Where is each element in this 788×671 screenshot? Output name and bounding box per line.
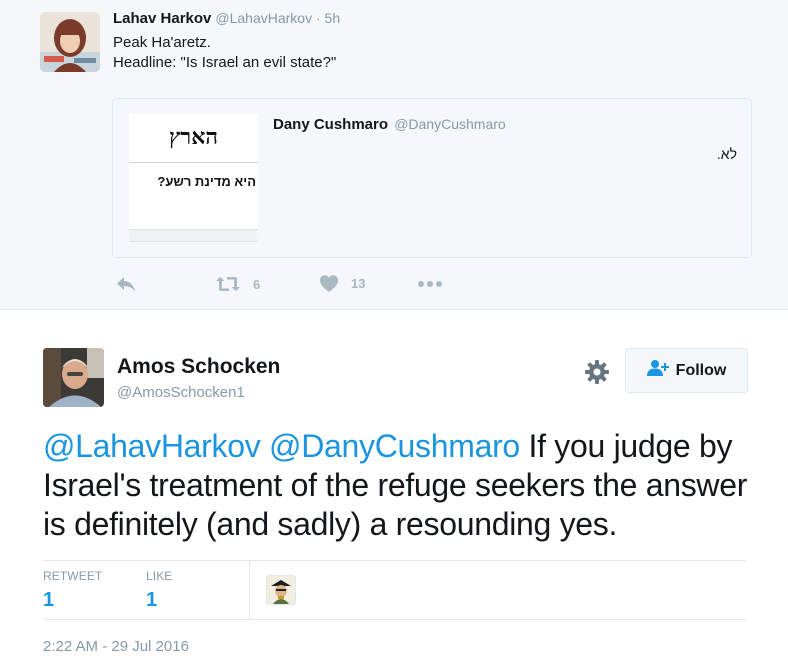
user-actions-button[interactable] xyxy=(584,359,610,385)
more-button[interactable] xyxy=(417,274,443,294)
heart-icon xyxy=(319,274,339,293)
follow-user-icon xyxy=(646,359,676,382)
quoted-author-line[interactable]: Dany Cushmaro @DanyCushmaro xyxy=(273,116,506,133)
parent-tweet-text: Peak Ha'aretz. Headline: "Is Israel an e… xyxy=(113,33,336,73)
gear-icon xyxy=(584,360,610,389)
like-stat-label: LIKE xyxy=(146,569,173,583)
image-divider xyxy=(129,162,258,163)
parent-author-avatar[interactable] xyxy=(40,12,100,72)
haaretz-masthead: הארץ xyxy=(168,124,219,150)
more-icon xyxy=(417,274,443,294)
quoted-author-handle[interactable]: @DanyCushmaro xyxy=(394,116,505,132)
image-footer xyxy=(129,229,258,241)
parent-text-line: Peak Ha'aretz. xyxy=(113,34,211,51)
like-stat[interactable]: LIKE 1 xyxy=(146,569,172,612)
parent-tweet[interactable]: Lahav Harkov @LahavHarkov · 5h Peak Ha'ar… xyxy=(0,0,788,310)
stats-divider xyxy=(249,561,250,621)
retweet-stat-label: RETWEET xyxy=(43,569,103,583)
quoted-tweet-card[interactable]: הארץ היא מדינת רשע? Dany Cushmaro @DanyC… xyxy=(112,98,752,258)
tweet-timestamp[interactable]: 2:22 AM - 29 Jul 2016 xyxy=(43,638,189,655)
liker-avatar[interactable] xyxy=(266,575,296,605)
quoted-author-name[interactable]: Dany Cushmaro xyxy=(273,116,388,133)
follow-button[interactable]: Follow xyxy=(625,348,748,393)
like-button[interactable]: 13 xyxy=(319,274,365,293)
main-author-name[interactable]: Amos Schocken xyxy=(117,355,280,379)
main-tweet-text: @LahavHarkov @DanyCushmaro If you judge … xyxy=(43,427,763,544)
main-author-avatar[interactable] xyxy=(43,348,104,407)
parent-author-name[interactable]: Lahav Harkov xyxy=(113,10,211,27)
parent-author-line[interactable]: Lahav Harkov @LahavHarkov · 5h xyxy=(113,10,340,27)
main-author-handle[interactable]: @AmosSchocken1 xyxy=(117,384,245,401)
parent-author-handle[interactable]: @LahavHarkov · 5h xyxy=(215,10,340,26)
tweet-stats: RETWEET 1 LIKE 1 xyxy=(43,560,746,621)
quoted-tweet-image[interactable]: הארץ היא מדינת רשע? xyxy=(129,114,258,241)
parent-text-line: Headline: "Is Israel an evil state?" xyxy=(113,54,337,71)
retweet-icon xyxy=(215,274,241,294)
quoted-tweet-text: לא. xyxy=(716,146,737,162)
mention-lahavharkov[interactable]: @LahavHarkov xyxy=(43,428,261,464)
like-stat-value[interactable]: 1 xyxy=(146,589,172,612)
mention-danycushmaro[interactable]: @DanyCushmaro xyxy=(269,428,520,464)
retweet-stat[interactable]: RETWEET 1 xyxy=(43,569,102,612)
like-count: 13 xyxy=(351,276,366,291)
retweet-stat-value[interactable]: 1 xyxy=(43,589,102,612)
retweet-count: 6 xyxy=(253,276,261,292)
retweet-button[interactable]: 6 xyxy=(215,274,260,294)
reply-icon xyxy=(115,274,137,294)
image-headline: היא מדינת רשע? xyxy=(157,174,256,189)
reply-button[interactable] xyxy=(115,274,137,294)
follow-label: Follow xyxy=(675,361,727,379)
